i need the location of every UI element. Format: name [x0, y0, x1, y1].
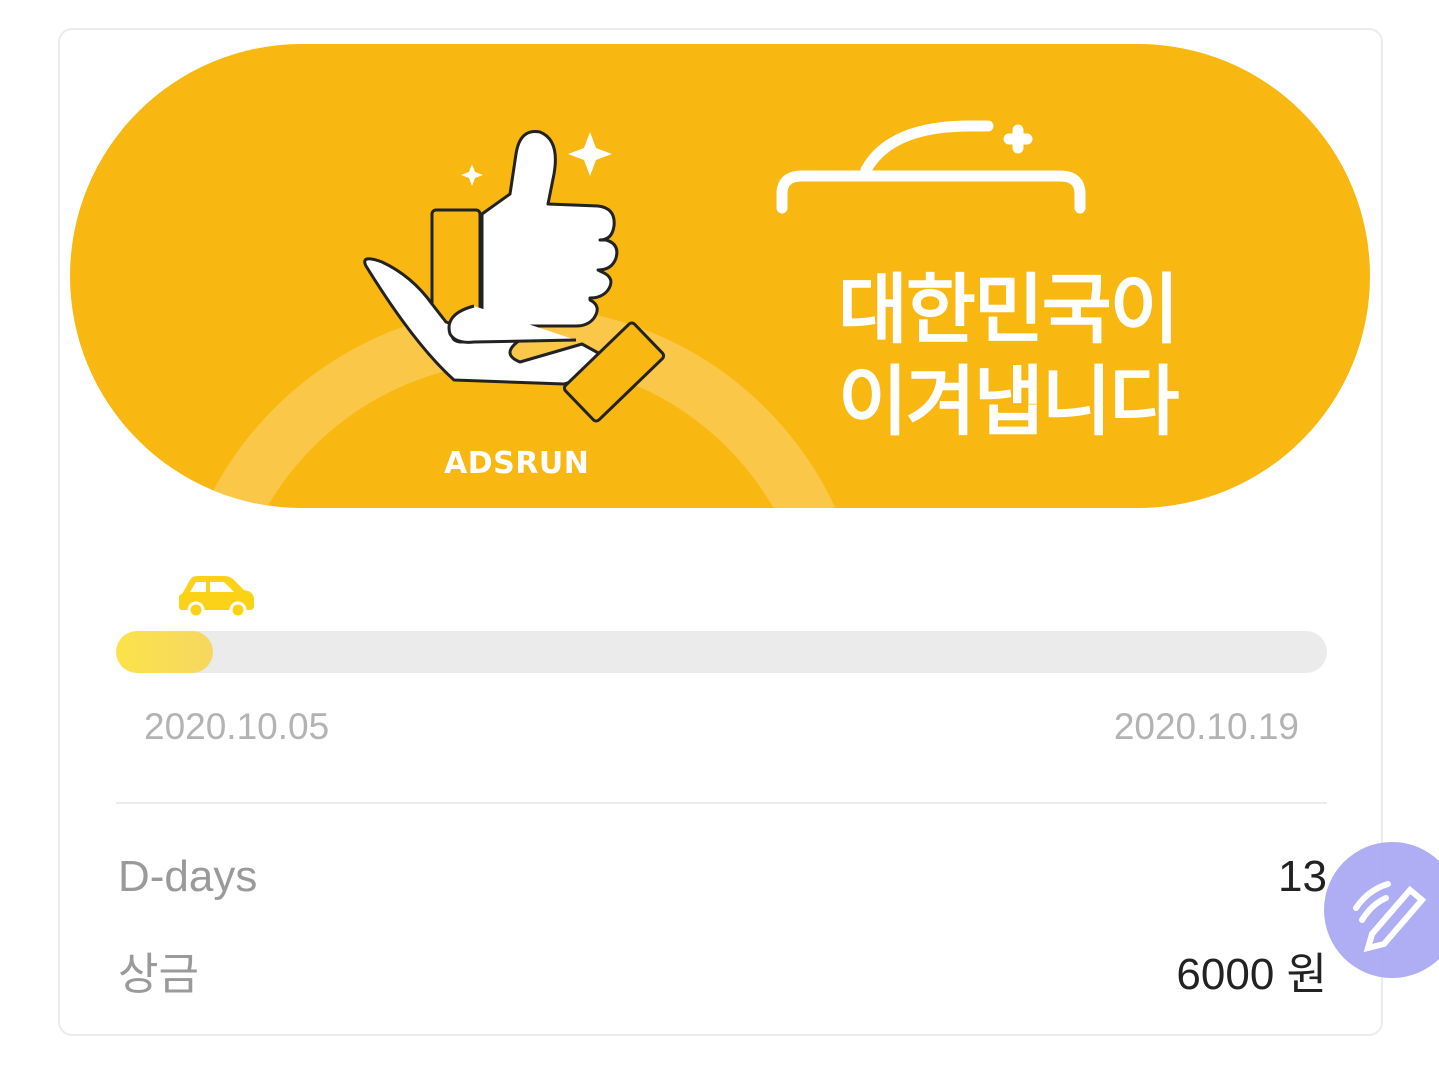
ddays-value: 13 — [1278, 852, 1327, 901]
start-date: 2020.10.05 — [144, 706, 330, 747]
edit-pencil-icon — [1353, 881, 1427, 953]
ddays-label: D-days — [118, 852, 258, 901]
car-outline-icon — [776, 120, 1086, 214]
banner-headline-line1: 대한민국이 — [838, 265, 1180, 354]
progress-fill — [116, 631, 213, 673]
campaign-progress-bar — [116, 631, 1327, 673]
banner-headline-line2: 이겨냅니다 — [838, 357, 1180, 446]
decorative-arc — [204, 306, 836, 508]
sparkle-icon — [568, 132, 612, 176]
banner-headline: 대한민국이 이겨냅니다 — [838, 264, 1180, 448]
end-date: 2020.10.19 — [1113, 706, 1299, 747]
prize-label: 상금 — [118, 950, 199, 999]
campaign-banner[interactable]: 대한민국이 이겨냅니다 — [70, 44, 1370, 508]
prize-value: 6000 원 — [1176, 950, 1327, 999]
car-icon — [179, 576, 254, 618]
brand-logo: ADSRUN — [444, 446, 590, 481]
divider — [116, 802, 1327, 804]
sparkle-icon-small — [461, 164, 483, 186]
